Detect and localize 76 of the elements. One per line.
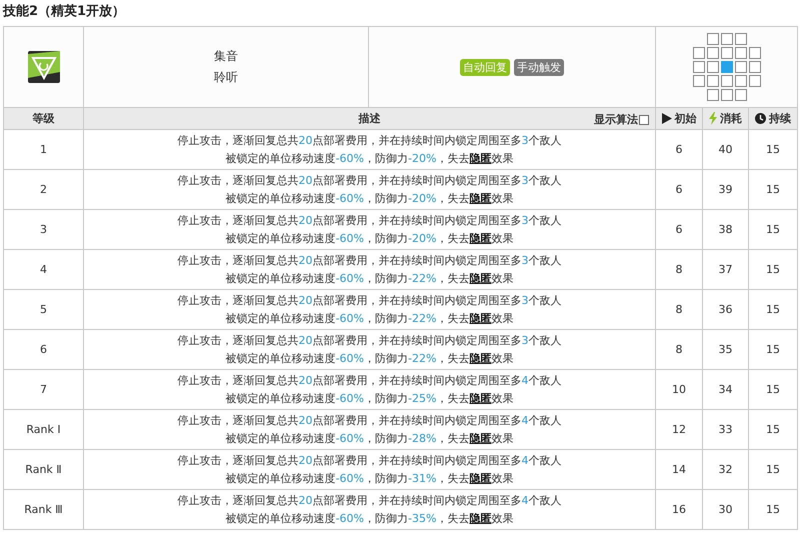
column-header: 初始 [674, 112, 696, 125]
level-label: 1 [40, 143, 47, 156]
description-text: 被锁定的单位移动速度-60%，防御力-31%，失去隐匿效果 [226, 470, 514, 486]
description-text: 停止攻击，逐渐回复总共20点部署费用，并在持续时间内锁定周围至多3个敌人 [178, 212, 562, 228]
table-cell: 6 [656, 170, 702, 210]
table-cell: 15 [748, 370, 798, 410]
table-cell: 15 [748, 130, 798, 170]
section-title: 技能2（精英1开放） [3, 4, 126, 21]
description-text: 停止攻击，逐渐回复总共20点部署费用，并在持续时间内锁定周围至多4个敌人 [178, 412, 562, 428]
table-cell: 15 [748, 450, 798, 490]
description-text: 停止攻击，逐渐回复总共20点部署费用，并在持续时间内锁定周围至多4个敌人 [178, 452, 562, 468]
description-text: 被锁定的单位移动速度-60%，防御力-22%，失去隐匿效果 [226, 310, 514, 326]
description-text: 停止攻击，逐渐回复总共20点部署费用，并在持续时间内锁定周围至多4个敌人 [178, 492, 562, 508]
level-label: 7 [40, 383, 47, 396]
table-cell: 12 [656, 410, 702, 450]
column-header: 持续 [769, 112, 791, 125]
table-cell: 6 [656, 130, 702, 170]
level-label: 3 [40, 223, 47, 236]
description-text: 被锁定的单位移动速度-60%，防御力-20%，失去隐匿效果 [226, 150, 514, 166]
table-cell: 8 [656, 290, 702, 330]
description-text: 停止攻击，逐渐回复总共20点部署费用，并在持续时间内锁定周围至多3个敌人 [178, 252, 562, 268]
table-cell: 33 [702, 410, 748, 450]
table-cell: 8 [656, 330, 702, 370]
table-cell: 35 [702, 330, 748, 370]
description-text: 停止攻击，逐渐回复总共20点部署费用，并在持续时间内锁定周围至多3个敌人 [178, 292, 562, 308]
description-text: 停止攻击，逐渐回复总共20点部署费用，并在持续时间内锁定周围至多3个敌人 [178, 332, 562, 348]
table-cell: 8 [656, 250, 702, 290]
table-cell: 15 [748, 290, 798, 330]
description-text: 被锁定的单位移动速度-60%，防御力-35%，失去隐匿效果 [226, 510, 514, 526]
table-cell: 15 [748, 250, 798, 290]
table-cell: 40 [702, 130, 748, 170]
show-formula-toggle[interactable]: 显示算法 [594, 112, 649, 127]
checkbox[interactable] [639, 114, 649, 124]
skill-subtitle: 聆听 [214, 69, 238, 86]
skill-tag: 手动触发 [514, 58, 564, 76]
table-cell: 39 [702, 170, 748, 210]
table-cell: 15 [748, 210, 798, 250]
table-cell: 15 [748, 170, 798, 210]
description-text: 被锁定的单位移动速度-60%，防御力-22%，失去隐匿效果 [226, 350, 514, 366]
lightning-icon [709, 112, 717, 125]
level-label: Rank Ⅲ [24, 503, 63, 516]
skill-name: 集音 [214, 48, 238, 65]
description-text: 停止攻击，逐渐回复总共20点部署费用，并在持续时间内锁定周围至多4个敌人 [178, 372, 562, 388]
description-text: 被锁定的单位移动速度-60%，防御力-25%，失去隐匿效果 [226, 390, 514, 406]
description-text: 被锁定的单位移动速度-60%，防御力-20%，失去隐匿效果 [226, 230, 514, 246]
column-header: 描述 显示算法 [84, 108, 656, 130]
table-cell: 14 [656, 450, 702, 490]
table-cell: 15 [748, 330, 798, 370]
table-cell: 34 [702, 370, 748, 410]
table-cell: 6 [656, 210, 702, 250]
skill-tag: 自动回复 [460, 58, 510, 76]
table-cell: 37 [702, 250, 748, 290]
column-header: 消耗 [720, 112, 742, 125]
level-label: 2 [40, 183, 47, 196]
table-cell: 36 [702, 290, 748, 330]
description-text: 被锁定的单位移动速度-60%，防御力-22%，失去隐匿效果 [226, 270, 514, 286]
description-text: 被锁定的单位移动速度-60%，防御力-20%，失去隐匿效果 [226, 190, 514, 206]
table-cell: 32 [702, 450, 748, 490]
table-cell: 38 [702, 210, 748, 250]
level-label: 6 [40, 343, 47, 356]
table-cell: 16 [656, 490, 702, 530]
table-cell: 10 [656, 370, 702, 410]
level-label: Rank Ⅰ [26, 423, 61, 436]
level-label: 4 [40, 263, 47, 276]
description-text: 被锁定的单位移动速度-60%，防御力-28%，失去隐匿效果 [226, 430, 514, 446]
play-icon [662, 113, 672, 124]
table-cell: 15 [748, 410, 798, 450]
column-header: 等级 [4, 108, 84, 130]
skill-icon [26, 50, 60, 84]
clock-icon [755, 113, 766, 124]
level-label: 5 [40, 303, 47, 316]
description-text: 停止攻击，逐渐回复总共20点部署费用，并在持续时间内锁定周围至多3个敌人 [178, 132, 562, 148]
table-cell: 30 [702, 490, 748, 530]
description-text: 停止攻击，逐渐回复总共20点部署费用，并在持续时间内锁定周围至多3个敌人 [178, 172, 562, 188]
table-cell: 15 [748, 490, 798, 530]
level-label: Rank Ⅱ [25, 463, 62, 476]
